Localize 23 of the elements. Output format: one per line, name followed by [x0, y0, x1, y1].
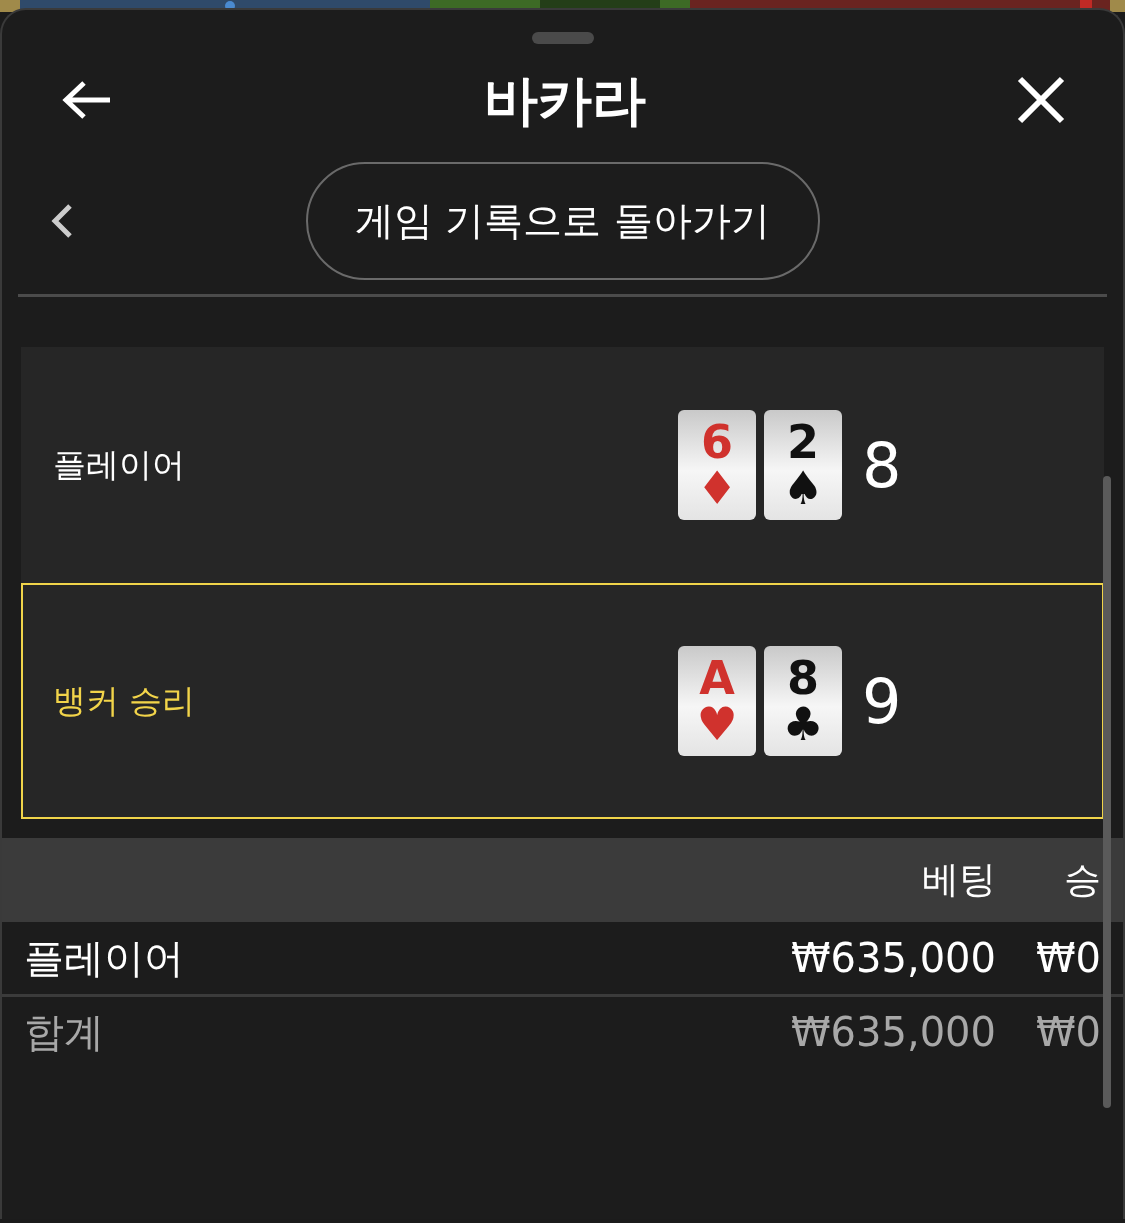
- table-cell-text: ₩0: [1035, 1007, 1101, 1057]
- playing-card: 8 ♣: [764, 646, 842, 756]
- page-title: 바카라: [483, 67, 646, 134]
- back-arrow-icon[interactable]: [62, 80, 112, 120]
- column-header: 베팅: [921, 857, 996, 904]
- column-header: 승: [1063, 857, 1101, 904]
- total-label: 합계: [24, 1007, 104, 1057]
- scrollbar[interactable]: [1103, 476, 1111, 1108]
- hand-total: 8: [862, 427, 903, 504]
- close-icon[interactable]: [1017, 76, 1065, 124]
- hand-label: 플레이어: [53, 444, 185, 487]
- result-label: 뱅커 승리: [53, 680, 196, 723]
- bet-label: 플레이어: [24, 934, 184, 983]
- table-cell-text: ₩635,000: [790, 934, 996, 983]
- back-to-history-button[interactable]: 게임 기록으로 돌아가기: [305, 162, 820, 280]
- drag-handle[interactable]: [531, 32, 594, 44]
- playing-card: 6 ♦: [678, 410, 756, 520]
- playing-card: 2 ♠: [764, 410, 842, 520]
- chevron-left-icon[interactable]: [50, 203, 74, 239]
- playing-card: A ♥: [678, 646, 756, 756]
- table-cell-text: ₩635,000: [790, 1007, 996, 1057]
- table-cell-text: ₩0: [1035, 934, 1101, 983]
- hand-total: 9: [862, 663, 903, 740]
